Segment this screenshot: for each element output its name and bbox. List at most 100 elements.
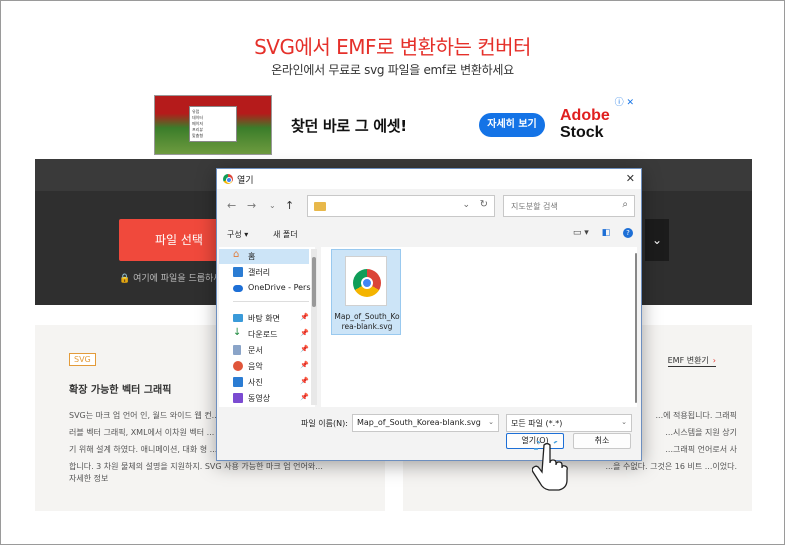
pin-icon: 📌 bbox=[300, 329, 309, 337]
ad-cta-button[interactable]: 자세히 보기 bbox=[479, 113, 545, 137]
chevron-down-icon[interactable]: ⌄ bbox=[645, 219, 669, 261]
filename-row: 파일 이름(N): Map_of_South_Korea-blank.svg ⌄… bbox=[217, 414, 641, 434]
nav-item-label: 갤러리 bbox=[248, 268, 271, 277]
chevron-down-icon[interactable]: ⌄ bbox=[621, 418, 627, 426]
nav-item-label: 사진 bbox=[248, 378, 263, 387]
home-icon: ⌂ bbox=[233, 249, 240, 260]
file-name: Map_of_South_Korea-blank.svg bbox=[334, 312, 400, 331]
file-list: Map_of_South_Korea-blank.svg bbox=[321, 247, 637, 407]
nav-item-pictures[interactable]: 사진 📌 bbox=[219, 375, 309, 390]
search-placeholder: 지도분할 검색 bbox=[511, 202, 558, 211]
pin-icon: 📌 bbox=[300, 313, 309, 321]
filetype-select[interactable]: 모든 파일 (*.*) ⌄ bbox=[506, 414, 632, 432]
pin-icon: 📌 bbox=[300, 377, 309, 385]
chevron-down-icon[interactable]: ⌄ bbox=[462, 200, 470, 210]
gallery-icon bbox=[233, 267, 243, 277]
chrome-file-icon bbox=[345, 256, 387, 306]
search-input[interactable]: 지도분할 검색 ⌕ bbox=[503, 195, 635, 217]
cloud-icon bbox=[233, 285, 243, 292]
chrome-logo-icon bbox=[353, 269, 381, 297]
filename-label: 파일 이름(N): bbox=[301, 419, 348, 428]
ad-headline[interactable]: 찾던 바로 그 에셋! bbox=[291, 115, 407, 136]
open-file-dialog: 열기 ✕ ← → ⌄ ↑ ⌄ ↻ 지도분할 검색 ⌕ 구성 ▾ 새 폴더 ▭ ▾… bbox=[216, 168, 642, 461]
dialog-buttons: 열기(O) 취소 bbox=[217, 433, 641, 453]
nav-item-label: 음악 bbox=[248, 362, 263, 371]
scrollbar-thumb[interactable] bbox=[312, 257, 316, 307]
document-icon bbox=[233, 345, 241, 355]
chevron-down-icon[interactable]: ⌄ bbox=[488, 418, 494, 426]
svg-tag: SVG bbox=[69, 353, 96, 366]
close-icon[interactable]: ✕ bbox=[626, 172, 635, 185]
emf-converter-link[interactable]: EMF 변환기 › bbox=[667, 355, 716, 367]
more-info-link[interactable]: 자세한 정보 bbox=[69, 473, 108, 484]
nav-item-onedrive[interactable]: OneDrive - Perso bbox=[219, 281, 315, 296]
navigation-bar: ← → ⌄ ↑ ⌄ ↻ 지도분할 검색 ⌕ bbox=[217, 195, 641, 219]
nav-item-desktop[interactable]: 바탕 화면 📌 bbox=[219, 311, 309, 326]
view-options-icon[interactable]: ▭ ▾ bbox=[573, 228, 589, 238]
up-arrow-icon[interactable]: ↑ bbox=[285, 199, 294, 212]
dialog-title: 열기 bbox=[237, 176, 254, 186]
recent-locations-chevron-icon[interactable]: ⌄ bbox=[269, 201, 276, 210]
nav-item-home[interactable]: ⌂ 홈 bbox=[219, 249, 309, 264]
ad-banner[interactable]: 유럽 데이터 메이저 프리뷰 맞춤형 찾던 바로 그 에셋! 자세히 보기 Ad… bbox=[154, 95, 634, 157]
hand-cursor-icon bbox=[532, 441, 568, 491]
file-list-scrollbar[interactable] bbox=[633, 253, 639, 403]
adobe-stock-logo[interactable]: Adobe Stock bbox=[560, 107, 610, 141]
dialog-titlebar[interactable]: 열기 ✕ bbox=[217, 169, 641, 189]
card-title: 확장 가능한 벡터 그래픽 bbox=[69, 385, 172, 396]
nav-item-music[interactable]: 음악 📌 bbox=[219, 359, 309, 374]
forward-arrow-icon[interactable]: → bbox=[247, 199, 256, 212]
nav-pane-scrollbar[interactable] bbox=[311, 249, 317, 405]
nav-item-downloads[interactable]: ↓ 다운로드 📌 bbox=[219, 327, 309, 342]
browser-viewport: SVG에서 EMF로 변환하는 컨버터 온라인에서 무료로 svg 파일을 em… bbox=[0, 0, 785, 545]
back-arrow-icon[interactable]: ← bbox=[227, 199, 236, 212]
nav-item-label: 동영상 bbox=[248, 394, 271, 403]
filename-input[interactable]: Map_of_South_Korea-blank.svg ⌄ bbox=[352, 414, 499, 432]
download-icon: ↓ bbox=[233, 327, 242, 338]
nav-item-videos[interactable]: 동영상 📌 bbox=[219, 391, 309, 406]
nav-item-label: 다운로드 bbox=[248, 330, 278, 339]
help-icon[interactable]: ? bbox=[623, 228, 633, 238]
refresh-icon[interactable]: ↻ bbox=[480, 199, 488, 210]
page-subtitle: 온라인에서 무료로 svg 파일을 emf로 변환하세요 bbox=[271, 63, 514, 77]
ad-brand-line1: Adobe bbox=[560, 107, 610, 124]
video-icon bbox=[233, 393, 243, 403]
ad-preview-line: 맞춤형 bbox=[192, 133, 204, 138]
command-bar: 구성 ▾ 새 폴더 ▭ ▾ ◧ ? bbox=[217, 225, 641, 245]
search-icon: ⌕ bbox=[622, 199, 628, 210]
emf-link-label: EMF 변환기 bbox=[667, 356, 709, 365]
ad-brand-line2: Stock bbox=[560, 124, 604, 141]
pin-icon: 📌 bbox=[300, 361, 309, 369]
nav-item-documents[interactable]: 문서 📌 bbox=[219, 343, 309, 358]
chrome-icon bbox=[223, 174, 233, 184]
new-folder-button[interactable]: 새 폴더 bbox=[273, 229, 298, 240]
drop-hint: 🔒 여기에 파일을 드롭하세 bbox=[119, 274, 222, 284]
filename-value: Map_of_South_Korea-blank.svg bbox=[357, 418, 481, 427]
pictures-icon bbox=[233, 377, 243, 387]
filetype-value: 모든 파일 (*.*) bbox=[511, 419, 563, 428]
pin-icon: 📌 bbox=[300, 345, 309, 353]
ad-image-preview: 유럽 데이터 메이저 프리뷰 맞춤형 bbox=[189, 106, 237, 142]
scrollbar-thumb[interactable] bbox=[635, 253, 637, 403]
music-icon bbox=[233, 361, 243, 371]
nav-item-label: 홈 bbox=[248, 252, 256, 261]
folder-icon bbox=[314, 202, 326, 211]
organize-menu[interactable]: 구성 ▾ bbox=[227, 229, 248, 240]
view-controls: ▭ ▾ ◧ ? bbox=[563, 228, 633, 238]
cancel-button[interactable]: 취소 bbox=[573, 433, 631, 449]
ad-info-close-icon[interactable]: ⓘ ✕ bbox=[615, 95, 634, 108]
navigation-pane: ⌂ 홈 갤러리 OneDrive - Perso 바탕 화면 📌 ↓ 다운로드 … bbox=[219, 247, 315, 407]
nav-divider bbox=[233, 301, 309, 302]
pin-icon: 📌 bbox=[300, 393, 309, 401]
nav-item-label: OneDrive - Perso bbox=[248, 283, 315, 292]
nav-item-label: 바탕 화면 bbox=[248, 314, 280, 323]
nav-item-gallery[interactable]: 갤러리 bbox=[219, 265, 309, 280]
chevron-right-icon: › bbox=[712, 356, 716, 365]
desktop-icon bbox=[233, 314, 243, 322]
address-bar[interactable]: ⌄ ↻ bbox=[307, 195, 495, 217]
ad-image[interactable]: 유럽 데이터 메이저 프리뷰 맞춤형 bbox=[154, 95, 272, 155]
file-item[interactable]: Map_of_South_Korea-blank.svg bbox=[331, 249, 401, 335]
nav-item-label: 문서 bbox=[248, 346, 263, 355]
preview-pane-icon[interactable]: ◧ bbox=[602, 228, 611, 238]
page-title: SVG에서 EMF로 변환하는 컨버터 bbox=[254, 35, 531, 59]
